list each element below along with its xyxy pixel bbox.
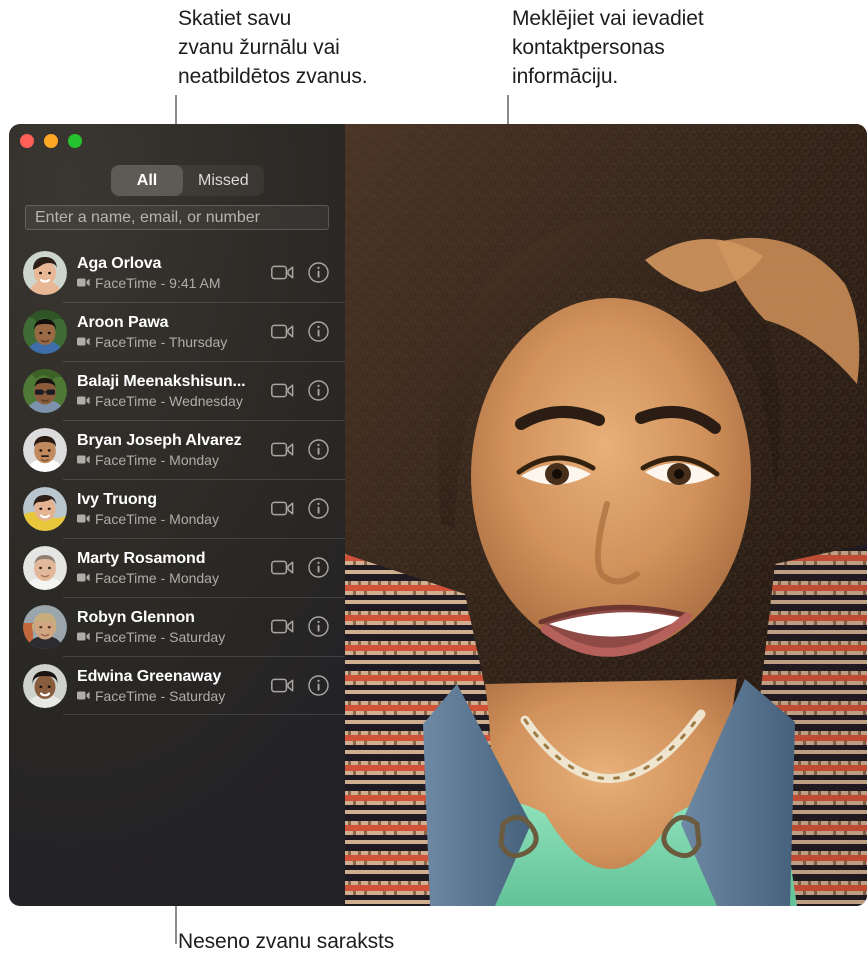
row-text: Robyn Glennon FaceTime - Saturday bbox=[67, 608, 270, 646]
contact-name: Robyn Glennon bbox=[77, 608, 195, 626]
contact-name: Aroon Pawa bbox=[77, 313, 169, 331]
info-button[interactable] bbox=[306, 438, 330, 462]
video-call-button[interactable] bbox=[270, 497, 294, 521]
info-button[interactable] bbox=[306, 379, 330, 403]
video-call-type-icon bbox=[77, 691, 90, 700]
row-text: Ivy Truong FaceTime - Monday bbox=[67, 490, 270, 528]
call-detail: FaceTime - Monday bbox=[77, 569, 264, 587]
video-call-button[interactable] bbox=[270, 438, 294, 462]
call-detail-text: FaceTime - Monday bbox=[95, 451, 219, 468]
call-detail-text: FaceTime - Saturday bbox=[95, 687, 226, 704]
video-call-type-icon bbox=[77, 455, 90, 464]
callout-text-right: Meklējiet vai ievadiet kontaktpersonas i… bbox=[512, 7, 704, 88]
avatar bbox=[23, 368, 67, 413]
call-detail-text: FaceTime - Saturday bbox=[95, 628, 226, 645]
call-detail: FaceTime - Monday bbox=[77, 510, 264, 528]
info-button[interactable] bbox=[306, 674, 330, 698]
call-detail: FaceTime - Saturday bbox=[77, 687, 264, 705]
video-call-preview[interactable] bbox=[345, 124, 867, 906]
call-detail: FaceTime - Wednesday bbox=[77, 392, 264, 410]
avatar bbox=[23, 663, 67, 708]
video-call-button[interactable] bbox=[270, 615, 294, 639]
call-detail-text: FaceTime - Thursday bbox=[95, 333, 228, 350]
info-button[interactable] bbox=[306, 497, 330, 521]
info-button[interactable] bbox=[306, 556, 330, 580]
table-row[interactable]: Balaji Meenakshisun... FaceTime - Wednes… bbox=[9, 361, 345, 420]
row-actions bbox=[270, 379, 345, 403]
facetime-window: All Missed Enter a name, email, or numbe… bbox=[9, 124, 867, 906]
video-call-button[interactable] bbox=[270, 379, 294, 403]
search-field-wrapper[interactable] bbox=[25, 205, 329, 230]
call-detail-text: FaceTime - Monday bbox=[95, 569, 219, 586]
contact-name: Marty Rosamond bbox=[77, 549, 206, 567]
video-call-type-icon bbox=[77, 573, 90, 582]
video-call-type-icon bbox=[77, 396, 90, 405]
row-actions bbox=[270, 497, 345, 521]
video-call-button[interactable] bbox=[270, 556, 294, 580]
minimize-window-button[interactable] bbox=[44, 134, 58, 148]
avatar bbox=[23, 604, 67, 649]
callout-text-left: Skatiet savu zvanu žurnālu vai neatbildē… bbox=[178, 7, 368, 88]
table-row[interactable]: Aroon Pawa FaceTime - Thursday bbox=[9, 302, 345, 361]
avatar bbox=[23, 309, 67, 354]
search-input[interactable] bbox=[33, 207, 321, 228]
row-text: Aroon Pawa FaceTime - Thursday bbox=[67, 313, 270, 351]
video-call-button[interactable] bbox=[270, 320, 294, 344]
video-call-button[interactable] bbox=[270, 261, 294, 285]
row-text: Bryan Joseph Alvarez FaceTime - Monday bbox=[67, 431, 270, 469]
row-text: Edwina Greenaway FaceTime - Saturday bbox=[67, 667, 270, 705]
call-detail: FaceTime - Saturday bbox=[77, 628, 264, 646]
contact-name: Edwina Greenaway bbox=[77, 667, 222, 685]
table-row[interactable]: Ivy Truong FaceTime - Monday bbox=[9, 479, 345, 538]
row-actions bbox=[270, 615, 345, 639]
video-call-type-icon bbox=[77, 337, 90, 346]
avatar bbox=[23, 486, 67, 531]
recent-calls-list: Aga Orlova FaceTime - 9:41 AM Aroon Pawa… bbox=[9, 243, 345, 715]
callout-text-bottom: Neseno zvanu saraksts bbox=[178, 930, 395, 953]
row-text: Aga Orlova FaceTime - 9:41 AM bbox=[67, 254, 270, 292]
sidebar: All Missed Enter a name, email, or numbe… bbox=[9, 124, 345, 906]
table-row[interactable]: Marty Rosamond FaceTime - Monday bbox=[9, 538, 345, 597]
call-detail-text: FaceTime - Monday bbox=[95, 510, 219, 527]
video-call-button[interactable] bbox=[270, 674, 294, 698]
video-call-type-icon bbox=[77, 278, 90, 287]
row-actions bbox=[270, 556, 345, 580]
table-row[interactable]: Aga Orlova FaceTime - 9:41 AM bbox=[9, 243, 345, 302]
maximize-window-button[interactable] bbox=[68, 134, 82, 148]
row-actions bbox=[270, 438, 345, 462]
table-row[interactable]: Robyn Glennon FaceTime - Saturday bbox=[9, 597, 345, 656]
row-actions bbox=[270, 674, 345, 698]
tab-all[interactable]: All bbox=[111, 165, 183, 196]
call-detail: FaceTime - Monday bbox=[77, 451, 264, 469]
close-window-button[interactable] bbox=[20, 134, 34, 148]
call-detail: FaceTime - Thursday bbox=[77, 333, 264, 351]
info-button[interactable] bbox=[306, 615, 330, 639]
avatar bbox=[23, 545, 67, 590]
table-row[interactable]: Edwina Greenaway FaceTime - Saturday bbox=[9, 656, 345, 715]
avatar bbox=[23, 427, 67, 472]
avatar bbox=[23, 250, 67, 295]
call-filter-segmented-control[interactable]: All Missed bbox=[111, 165, 264, 196]
contact-name: Balaji Meenakshisun... bbox=[77, 372, 246, 390]
tab-missed[interactable]: Missed bbox=[183, 165, 264, 196]
call-detail: FaceTime - 9:41 AM bbox=[77, 274, 264, 292]
contact-name: Ivy Truong bbox=[77, 490, 157, 508]
video-call-type-icon bbox=[77, 632, 90, 641]
leader-line-bottom-vertical bbox=[175, 900, 177, 944]
info-button[interactable] bbox=[306, 320, 330, 344]
call-detail-text: FaceTime - 9:41 AM bbox=[95, 274, 221, 291]
video-call-type-icon bbox=[77, 514, 90, 523]
row-actions bbox=[270, 320, 345, 344]
row-text: Balaji Meenakshisun... FaceTime - Wednes… bbox=[67, 372, 270, 410]
table-row[interactable]: Bryan Joseph Alvarez FaceTime - Monday bbox=[9, 420, 345, 479]
window-controls bbox=[20, 134, 82, 148]
info-button[interactable] bbox=[306, 261, 330, 285]
row-actions bbox=[270, 261, 345, 285]
call-detail-text: FaceTime - Wednesday bbox=[95, 392, 243, 409]
contact-name: Bryan Joseph Alvarez bbox=[77, 431, 242, 449]
contact-name: Aga Orlova bbox=[77, 254, 162, 272]
row-text: Marty Rosamond FaceTime - Monday bbox=[67, 549, 270, 587]
